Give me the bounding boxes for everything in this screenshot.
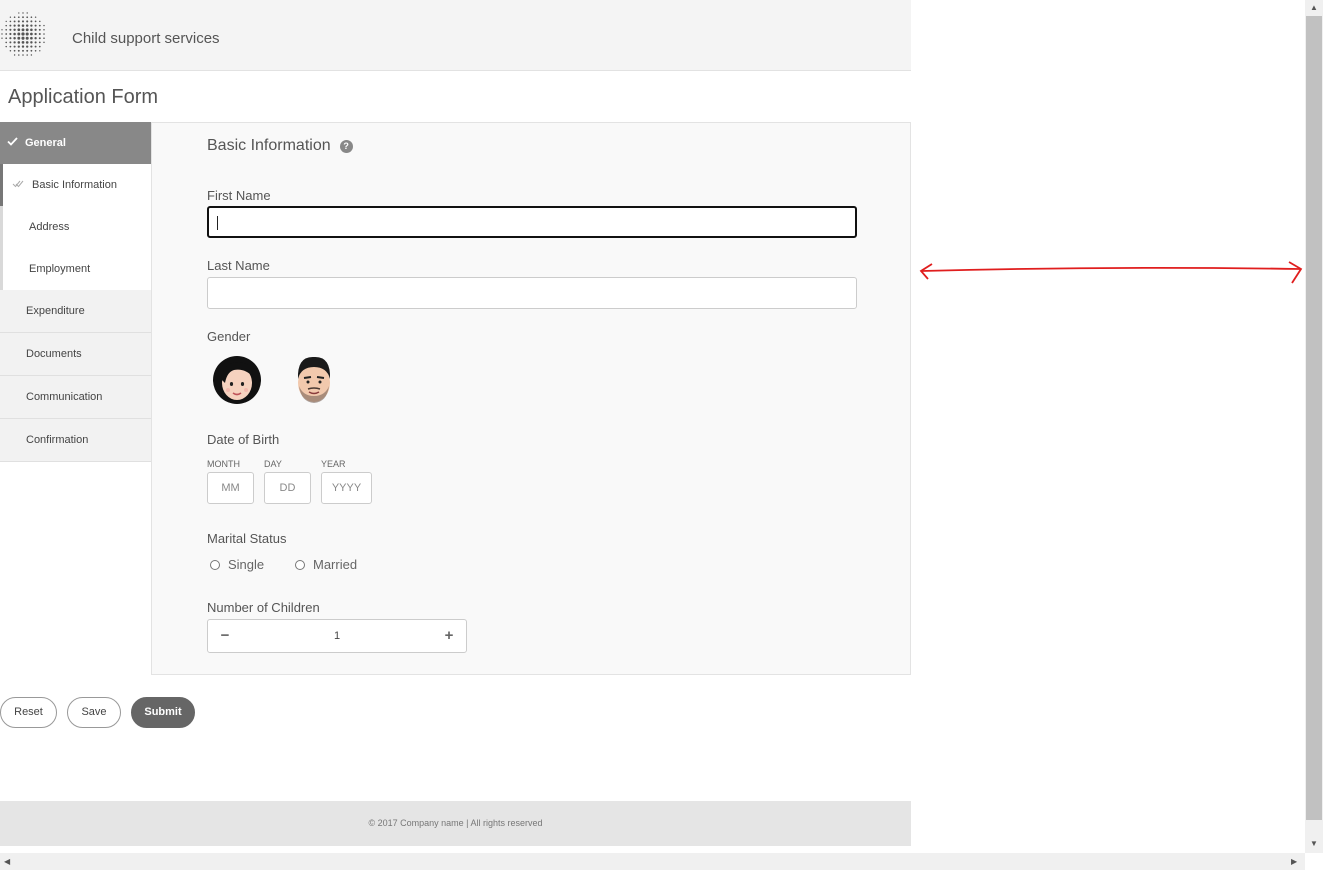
dob-day-label: DAY [264, 459, 282, 469]
double-arrow-annotation-icon [919, 261, 1303, 284]
scroll-left-icon[interactable]: ◀ [4, 857, 10, 866]
sidebar-item-communication[interactable]: Communication [0, 376, 151, 419]
children-label: Number of Children [207, 600, 320, 615]
radio-circle-icon [210, 559, 220, 570]
children-stepper: − 1 + [207, 619, 467, 653]
radio-label: Single [228, 557, 265, 572]
minus-icon[interactable]: − [208, 620, 242, 652]
sidebar-nav: General Basic Information Address Employ… [0, 122, 151, 462]
dob-year-label: YEAR [321, 459, 346, 469]
sidebar-subitem-basic-information[interactable]: Basic Information [0, 164, 151, 206]
marital-status-label: Marital Status [207, 531, 287, 546]
scroll-right-icon[interactable]: ▶ [1291, 857, 1297, 866]
radio-label: Married [313, 557, 358, 572]
first-name-field[interactable] [207, 206, 857, 238]
footer: © 2017 Company name | All rights reserve… [0, 801, 911, 846]
scroll-up-icon[interactable]: ▲ [1310, 3, 1318, 12]
section-title-text: Basic Information [207, 137, 331, 154]
double-check-icon [12, 180, 24, 188]
reset-button[interactable]: Reset [0, 697, 57, 728]
sidebar-item-label: General [25, 137, 66, 149]
female-avatar-icon[interactable] [212, 353, 262, 405]
save-button[interactable]: Save [67, 697, 121, 728]
plus-icon[interactable]: + [432, 620, 466, 652]
sidebar-item-confirmation[interactable]: Confirmation [0, 419, 151, 462]
sidebar-item-general[interactable]: General [0, 122, 151, 164]
last-name-field[interactable] [207, 277, 857, 309]
last-name-label: Last Name [207, 258, 270, 273]
scroll-down-icon[interactable]: ▼ [1310, 839, 1318, 848]
form-panel: Basic Information ? First Name Last Name… [151, 122, 911, 675]
check-icon [7, 137, 25, 149]
sidebar-item-label: Confirmation [26, 434, 89, 446]
scrollbar-thumb[interactable] [1306, 16, 1322, 820]
sidebar-subnav: Basic Information Address Employment [0, 164, 151, 290]
sidebar-item-label: Address [29, 221, 70, 233]
dob-label: Date of Birth [207, 432, 280, 447]
male-avatar-icon[interactable] [289, 353, 339, 405]
dotted-sphere-logo-icon [1, 12, 45, 56]
dob-year-input[interactable]: YYYY [321, 472, 372, 504]
radio-married[interactable]: Married [295, 557, 357, 572]
sidebar-item-label: Employment [29, 263, 91, 275]
first-name-label: First Name [207, 188, 271, 203]
section-title: Basic Information ? [207, 137, 353, 155]
sidebar-item-label: Expenditure [26, 305, 85, 317]
dob-month-label: MONTH [207, 459, 240, 469]
sidebar-item-label: Documents [26, 348, 82, 360]
text-caret [217, 216, 218, 230]
radio-single[interactable]: Single [210, 557, 264, 572]
sidebar-item-documents[interactable]: Documents [0, 333, 151, 376]
sidebar-item-expenditure[interactable]: Expenditure [0, 290, 151, 333]
site-title: Child support services [72, 30, 220, 47]
children-value[interactable]: 1 [242, 620, 432, 652]
sidebar-item-label: Basic Information [32, 179, 117, 191]
dob-month-input[interactable]: MM [207, 472, 254, 504]
page-title: Application Form [8, 86, 159, 108]
site-header: Child support services [0, 0, 911, 71]
radio-circle-icon [295, 559, 305, 570]
submit-button[interactable]: Submit [131, 697, 195, 728]
sidebar-subitem-employment[interactable]: Employment [3, 248, 151, 290]
dob-day-input[interactable]: DD [264, 472, 311, 504]
help-icon[interactable]: ? [339, 139, 353, 153]
horizontal-scrollbar[interactable]: ◀ ▶ [0, 853, 1305, 870]
sidebar-item-label: Communication [26, 391, 103, 403]
sidebar-subitem-address[interactable]: Address [3, 206, 151, 248]
gender-label: Gender [207, 329, 251, 344]
vertical-scrollbar[interactable]: ▲ ▼ [1305, 0, 1323, 853]
footer-copyright: © 2017 Company name | All rights reserve… [368, 818, 543, 828]
